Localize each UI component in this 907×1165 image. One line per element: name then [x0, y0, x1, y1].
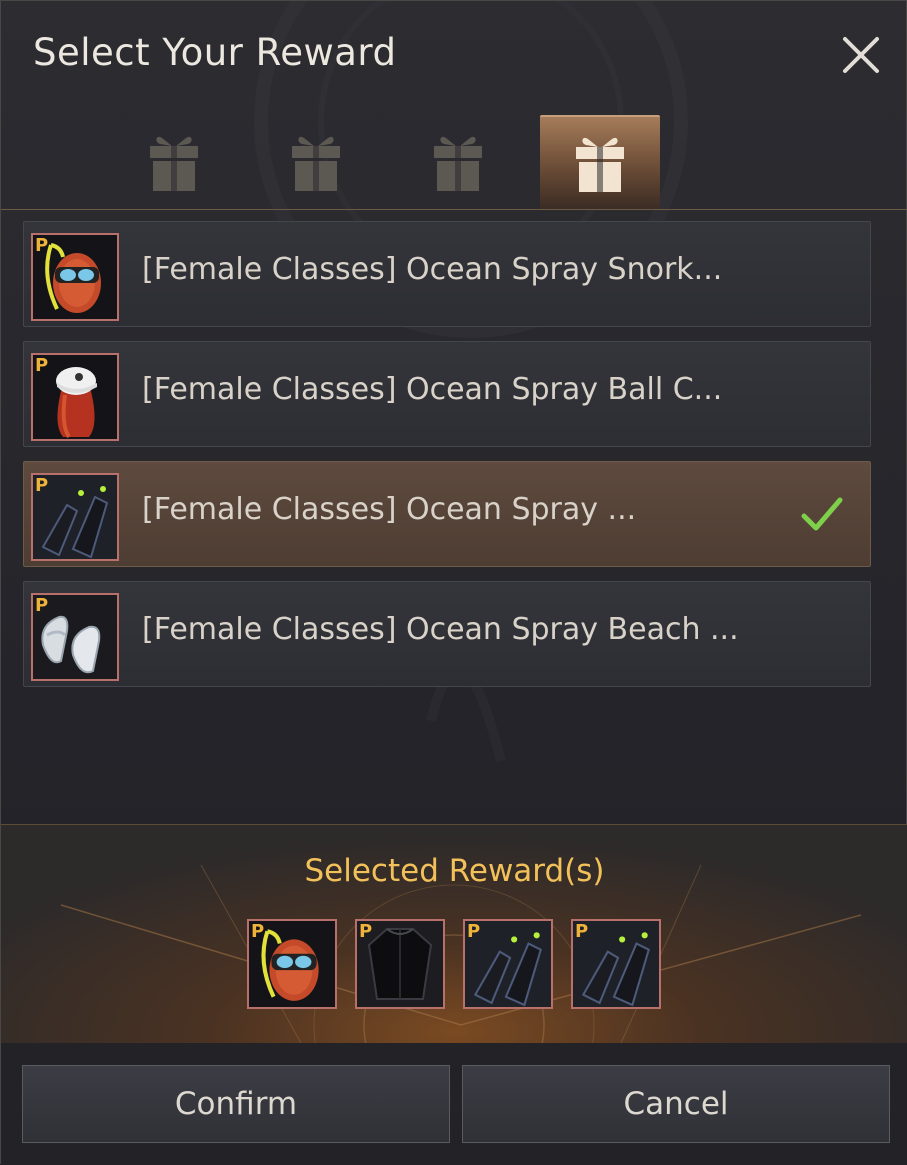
- gift-box-icon: [148, 132, 200, 192]
- selected-item-fins[interactable]: P: [463, 919, 553, 1009]
- premium-badge: P: [35, 595, 49, 616]
- reward-option-label: [Female Classes] Ocean Spray Ball C...: [142, 372, 723, 407]
- premium-badge: P: [35, 235, 49, 256]
- gift-box-icon: [574, 133, 626, 193]
- selected-rewards-panel: Selected Reward(s) P P P P: [1, 824, 907, 1044]
- premium-badge: P: [35, 475, 49, 496]
- selected-item-wetsuit[interactable]: P: [355, 919, 445, 1009]
- item-thumbnail: P: [31, 233, 119, 321]
- checkmark-icon: [801, 497, 843, 531]
- reward-option-label: [Female Classes] Ocean Spray Snork...: [142, 252, 723, 287]
- selected-item-fins-2[interactable]: P: [571, 919, 661, 1009]
- premium-badge: P: [575, 921, 589, 942]
- item-thumbnail: P: [31, 473, 119, 561]
- reward-tabs: [1, 105, 907, 210]
- confirm-button[interactable]: Confirm: [22, 1065, 450, 1143]
- tab-reward-2[interactable]: [256, 115, 376, 209]
- reward-option-beach-sandals[interactable]: P [Female Classes] Ocean Spray Beach ...: [23, 581, 871, 687]
- premium-badge: P: [467, 921, 481, 942]
- premium-badge: P: [251, 921, 265, 942]
- tab-reward-4[interactable]: [540, 115, 660, 209]
- reward-option-label: [Female Classes] Ocean Spray Beach ...: [142, 612, 739, 647]
- gift-box-icon: [290, 132, 342, 192]
- cancel-button[interactable]: Cancel: [462, 1065, 890, 1143]
- tab-reward-3[interactable]: [398, 115, 518, 209]
- reward-option-ball-cap[interactable]: P [Female Classes] Ocean Spray Ball C...: [23, 341, 871, 447]
- selected-rewards-list: P P P P: [247, 919, 667, 1009]
- tab-reward-1[interactable]: [114, 115, 234, 209]
- premium-badge: P: [35, 355, 49, 376]
- selected-item-snorkel[interactable]: P: [247, 919, 337, 1009]
- reward-dialog: Select Your Reward P [Female Classes] Oc…: [0, 0, 907, 1165]
- reward-option-snorkel[interactable]: P [Female Classes] Ocean Spray Snork...: [23, 221, 871, 327]
- dialog-title: Select Your Reward: [33, 31, 397, 74]
- close-icon: [843, 37, 879, 73]
- dialog-footer: Confirm Cancel: [1, 1043, 907, 1165]
- item-thumbnail: P: [31, 353, 119, 441]
- title-bar: Select Your Reward: [1, 1, 907, 105]
- premium-badge: P: [359, 921, 373, 942]
- close-button[interactable]: [837, 31, 885, 79]
- gift-box-icon: [432, 132, 484, 192]
- reward-list: P [Female Classes] Ocean Spray Snork... …: [23, 221, 871, 701]
- reward-option-fins[interactable]: P [Female Classes] Ocean Spray ...: [23, 461, 871, 567]
- selected-rewards-title: Selected Reward(s): [304, 853, 605, 889]
- item-thumbnail: P: [31, 593, 119, 681]
- reward-option-label: [Female Classes] Ocean Spray ...: [142, 492, 637, 527]
